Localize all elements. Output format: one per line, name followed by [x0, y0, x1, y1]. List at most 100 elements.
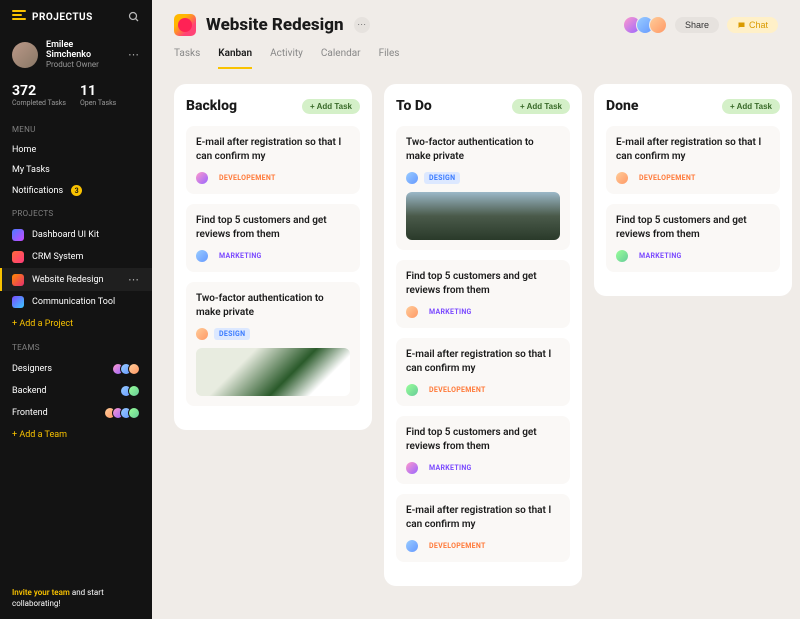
- user-role: Product Owner: [46, 60, 120, 69]
- sidebar-item-communication-tool[interactable]: Communication Tool: [0, 291, 152, 313]
- card-title: Find top 5 customers and get reviews fro…: [616, 214, 770, 242]
- stat-completed-label: Completed Tasks: [12, 99, 66, 107]
- task-card[interactable]: Find top 5 customers and get reviews fro…: [396, 260, 570, 328]
- tab-tasks[interactable]: Tasks: [174, 48, 200, 69]
- card-meta: DEVELOPEMENT: [406, 384, 560, 396]
- notification-badge: 3: [71, 185, 82, 196]
- user-more-icon[interactable]: ⋯: [128, 48, 140, 61]
- assignee-avatar: [196, 250, 208, 262]
- add-task-button[interactable]: + Add Task: [722, 99, 780, 114]
- card-title: E-mail after registration so that I can …: [406, 348, 560, 376]
- add-team-link[interactable]: + Add a Team: [0, 424, 152, 446]
- card-tag: DEVELOPEMENT: [214, 172, 281, 184]
- team-backend[interactable]: Backend: [0, 380, 152, 402]
- assignee-avatar: [196, 172, 208, 184]
- card-tag: MARKETING: [424, 306, 477, 318]
- card-meta: DEVELOPEMENT: [196, 172, 350, 184]
- column-title: Done: [606, 98, 638, 114]
- card-meta: MARKETING: [616, 250, 770, 262]
- invite-link[interactable]: Invite your team: [12, 588, 70, 597]
- sidebar-item-home[interactable]: Home: [0, 140, 152, 160]
- assignee-avatar: [196, 328, 208, 340]
- sidebar-item-label: Home: [12, 145, 36, 155]
- card-meta: MARKETING: [196, 250, 350, 262]
- sidebar-item-label: Notifications: [12, 186, 63, 196]
- assignee-avatar: [406, 306, 418, 318]
- card-title: Find top 5 customers and get reviews fro…: [406, 426, 560, 454]
- stat-completed: 372 Completed Tasks: [12, 83, 66, 107]
- member-avatars[interactable]: [628, 16, 667, 34]
- tab-activity[interactable]: Activity: [270, 48, 303, 69]
- card-title: Two-factor authentication to make privat…: [406, 136, 560, 164]
- column-backlog: Backlog+ Add TaskE-mail after registrati…: [174, 84, 372, 430]
- user-name: Emilee Simchenko: [46, 40, 120, 60]
- task-card[interactable]: E-mail after registration so that I can …: [396, 338, 570, 406]
- chat-icon: [737, 21, 746, 30]
- card-image: [196, 348, 350, 396]
- projects-section-title: PROJECTS: [0, 201, 152, 224]
- brand-name: PROJECTUS: [32, 12, 93, 23]
- user-info: Emilee Simchenko Product Owner: [46, 40, 120, 69]
- invite-block: Invite your team and start collaborating…: [0, 577, 152, 619]
- task-card[interactable]: Two-factor authentication to make privat…: [186, 282, 360, 406]
- card-tag: MARKETING: [424, 462, 477, 474]
- assignee-avatar: [406, 462, 418, 474]
- task-card[interactable]: Find top 5 customers and get reviews fro…: [606, 204, 780, 272]
- add-project-link[interactable]: + Add a Project: [0, 313, 152, 335]
- card-meta: DESIGN: [196, 328, 350, 340]
- card-meta: DEVELOPEMENT: [406, 540, 560, 552]
- user-block[interactable]: Emilee Simchenko Product Owner ⋯: [0, 34, 152, 79]
- card-meta: DESIGN: [406, 172, 560, 184]
- card-title: Find top 5 customers and get reviews fro…: [196, 214, 350, 242]
- card-meta: MARKETING: [406, 306, 560, 318]
- sidebar-item-label: Communication Tool: [32, 297, 115, 307]
- sidebar-item-website-redesign[interactable]: Website Redesign⋯: [0, 268, 152, 291]
- task-card[interactable]: Find top 5 customers and get reviews fro…: [186, 204, 360, 272]
- column-done: Done + Add Task E-mail after registration …: [594, 84, 792, 296]
- tab-kanban[interactable]: Kanban: [218, 48, 252, 69]
- main: Website Redesign ⋯ Share Chat Tasks Kanba…: [152, 0, 800, 619]
- add-task-button[interactable]: + Add Task: [512, 99, 570, 114]
- team-label: Frontend: [12, 408, 48, 418]
- card-tag: MARKETING: [634, 250, 687, 262]
- tab-calendar[interactable]: Calendar: [321, 48, 361, 69]
- project-icon: [12, 296, 24, 308]
- sidebar-item-dashboard-ui-kit[interactable]: Dashboard UI Kit: [0, 224, 152, 246]
- tab-files[interactable]: Files: [379, 48, 400, 69]
- team-designers[interactable]: Designers: [0, 358, 152, 380]
- page-title: Website Redesign: [206, 15, 344, 35]
- card-tag: MARKETING: [214, 250, 267, 262]
- sidebar-item-notifications[interactable]: Notifications 3: [0, 180, 152, 201]
- project-more-icon[interactable]: ⋯: [128, 273, 140, 286]
- project-icon: [12, 274, 24, 286]
- task-card[interactable]: E-mail after registration so that I can …: [186, 126, 360, 194]
- card-title: E-mail after registration so that I can …: [196, 136, 350, 164]
- search-icon[interactable]: [128, 11, 140, 23]
- team-avatars: [108, 407, 140, 419]
- menu-section-title: MENU: [0, 117, 152, 140]
- share-button[interactable]: Share: [675, 17, 719, 33]
- card-tag: DESIGN: [424, 172, 460, 184]
- add-task-button[interactable]: + Add Task: [302, 99, 360, 114]
- task-card[interactable]: E-mail after registration so that I can …: [396, 494, 570, 562]
- task-card[interactable]: Two-factor authentication to make privat…: [396, 126, 570, 250]
- team-frontend[interactable]: Frontend: [0, 402, 152, 424]
- page-more-icon[interactable]: ⋯: [354, 17, 370, 33]
- task-card[interactable]: E-mail after registration so that I can …: [606, 126, 780, 194]
- sidebar-header: PROJECTUS: [0, 0, 152, 34]
- logo-icon: [12, 10, 26, 24]
- card-tag: DESIGN: [214, 328, 250, 340]
- assignee-avatar: [616, 172, 628, 184]
- column-to-do: To Do+ Add TaskTwo-factor authentication…: [384, 84, 582, 586]
- sidebar-item-crm-system[interactable]: CRM System: [0, 246, 152, 268]
- sidebar-item-label: Dashboard UI Kit: [32, 230, 99, 240]
- chat-button[interactable]: Chat: [727, 17, 778, 33]
- card-title: E-mail after registration so that I can …: [616, 136, 770, 164]
- avatar: [12, 42, 38, 68]
- stat-open: 11 Open Tasks: [80, 83, 116, 107]
- sidebar-item-mytasks[interactable]: My Tasks: [0, 160, 152, 180]
- topbar-right: Share Chat: [628, 16, 778, 34]
- project-icon: [12, 251, 24, 263]
- project-icon: [12, 229, 24, 241]
- task-card[interactable]: Find top 5 customers and get reviews fro…: [396, 416, 570, 484]
